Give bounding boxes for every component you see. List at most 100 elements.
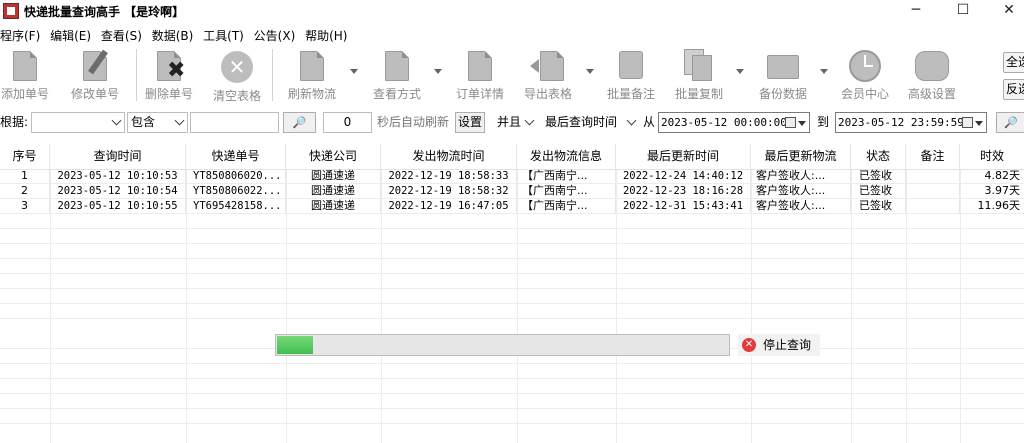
col-header-note[interactable]: 备注 xyxy=(906,144,960,170)
col-header-query-time[interactable]: 查询时间 xyxy=(50,144,186,170)
export-dropdown-arrow[interactable] xyxy=(586,69,594,74)
copy-icon xyxy=(684,49,712,81)
chevron-down-icon xyxy=(626,115,637,126)
grid-line xyxy=(0,183,1024,184)
refresh-dropdown-arrow[interactable] xyxy=(350,69,358,74)
add-number-button[interactable]: 添加单号 xyxy=(0,48,60,104)
export-table-button[interactable]: 导出表格 xyxy=(513,48,583,104)
edit-number-button[interactable]: 修改单号 xyxy=(60,48,130,104)
view-dropdown-arrow[interactable] xyxy=(434,69,442,74)
grid-line xyxy=(517,170,518,443)
stop-icon: ✕ xyxy=(742,338,756,352)
menu-edit[interactable]: 编辑(E) xyxy=(50,24,92,44)
grid-line xyxy=(0,288,1024,289)
clear-x-icon: ✕ xyxy=(221,51,253,83)
col-header-last-update-time[interactable]: 最后更新时间 xyxy=(616,144,751,170)
menu-view[interactable]: 查看(S) xyxy=(101,24,143,44)
maximize-button[interactable]: ☐ xyxy=(940,0,986,22)
search-button[interactable]: 🔎 xyxy=(283,112,316,133)
results-table: 序号 查询时间 快递单号 快递公司 发出物流时间 发出物流信息 最后更新时间 最… xyxy=(0,144,1024,443)
edit-pencil-icon xyxy=(83,49,108,81)
grid-line xyxy=(0,198,1024,199)
from-datetime-picker[interactable]: 2023-05-12 00:00:00 xyxy=(658,112,810,133)
search-icon: 🔎 xyxy=(1004,116,1018,129)
menu-program[interactable]: 程序(F) xyxy=(0,24,41,44)
member-center-button[interactable]: 会员中心 xyxy=(830,48,900,104)
view-mode-button[interactable]: 查看方式 xyxy=(362,48,432,104)
col-header-duration[interactable]: 时效 xyxy=(960,144,1024,170)
backup-data-button[interactable]: 备份数据 xyxy=(748,48,818,104)
chevron-down-icon xyxy=(174,115,185,126)
batch-copy-button[interactable]: 批量复制 xyxy=(664,48,734,104)
grid-line xyxy=(0,213,1024,214)
clear-table-button[interactable]: ✕ 清空表格 xyxy=(202,48,272,104)
grid-line xyxy=(186,170,187,443)
from-label: 从 xyxy=(643,115,656,129)
toolbar: 添加单号 修改单号 ✖ 删除单号 ✕ 清空表格 刷新物流 查看方式 订单详情 导… xyxy=(0,45,1024,107)
grid-line xyxy=(616,170,617,443)
keyword-input[interactable] xyxy=(190,112,279,133)
grid-line xyxy=(0,378,1024,379)
delete-number-button[interactable]: ✖ 删除单号 xyxy=(134,48,204,104)
col-header-ship-time[interactable]: 发出物流时间 xyxy=(381,144,517,170)
col-header-status[interactable]: 状态 xyxy=(851,144,906,170)
grid-line xyxy=(851,170,852,443)
calendar-icon xyxy=(785,117,796,128)
match-mode-select[interactable]: 包含 xyxy=(127,112,188,133)
chevron-down-icon xyxy=(524,115,535,126)
doc-add-icon xyxy=(13,51,37,81)
refresh-logistics-button[interactable]: 刷新物流 xyxy=(277,48,347,104)
col-header-last-update-info[interactable]: 最后更新物流 xyxy=(751,144,851,170)
col-header-courier[interactable]: 快递公司 xyxy=(286,144,381,170)
date-search-button[interactable]: 🔎 xyxy=(996,112,1024,133)
select-all-button[interactable]: 全选 xyxy=(1003,52,1024,73)
table-row[interactable]: 3 2023-05-12 10:10:55 YT695428158... 圆通速… xyxy=(0,199,1024,213)
table-row[interactable]: 1 2023-05-12 10:10:53 YT850806020... 圆通速… xyxy=(0,169,1024,183)
time-field-select[interactable]: 最后查询时间 xyxy=(541,112,640,133)
grid-line xyxy=(50,170,51,443)
close-button[interactable]: ✕ xyxy=(986,0,1024,22)
filter-field-select[interactable] xyxy=(31,112,125,133)
calendar-icon xyxy=(962,117,973,128)
grid-line xyxy=(0,303,1024,304)
invert-selection-button[interactable]: 反选 xyxy=(1003,79,1024,100)
auto-refresh-set-button[interactable]: 设置 xyxy=(455,112,485,133)
filter-label: 根据: xyxy=(0,115,29,129)
grid-line xyxy=(0,408,1024,409)
advanced-settings-button[interactable]: 高级设置 xyxy=(897,48,967,104)
menu-data[interactable]: 数据(B) xyxy=(152,24,195,44)
to-datetime-picker[interactable]: 2023-05-12 23:59:59 xyxy=(835,112,987,133)
grid-line xyxy=(960,170,961,443)
clock-icon xyxy=(849,50,881,82)
app-logo-icon xyxy=(3,3,19,19)
table-row[interactable]: 2 2023-05-12 10:10:54 YT850806022... 圆通速… xyxy=(0,184,1024,198)
window-title: 快递批量查询高手 【是玲啊】 xyxy=(24,5,185,19)
col-header-ship-info[interactable]: 发出物流信息 xyxy=(517,144,616,170)
settings-icon xyxy=(915,51,949,81)
note-icon xyxy=(619,51,643,81)
auto-refresh-seconds-input[interactable]: 0 xyxy=(323,112,372,133)
menu-help[interactable]: 帮助(H) xyxy=(305,24,348,44)
export-icon xyxy=(530,51,564,81)
order-detail-button[interactable]: 订单详情 xyxy=(445,48,515,104)
grid-line xyxy=(0,393,1024,394)
stop-query-button[interactable]: ✕ 停止查询 xyxy=(738,334,820,356)
col-header-index[interactable]: 序号 xyxy=(0,144,50,170)
col-header-tracking-number[interactable]: 快递单号 xyxy=(186,144,286,170)
menu-notice[interactable]: 公告(X) xyxy=(254,24,297,44)
minimize-button[interactable]: ─ xyxy=(893,0,939,22)
batch-note-button[interactable]: 批量备注 xyxy=(596,48,666,104)
grid-line xyxy=(751,170,752,443)
to-label: 到 xyxy=(817,115,830,129)
copy-dropdown-arrow[interactable] xyxy=(736,69,744,74)
title-bar: 快递批量查询高手 【是玲啊】 ─ ☐ ✕ xyxy=(0,0,1024,22)
dropdown-arrow-icon xyxy=(975,121,983,126)
dropdown-arrow-icon xyxy=(798,121,806,126)
grid-line xyxy=(286,170,287,443)
logic-select[interactable]: 并且 xyxy=(493,112,538,133)
grid-line xyxy=(0,273,1024,274)
backup-dropdown-arrow[interactable] xyxy=(820,69,828,74)
menu-tools[interactable]: 工具(T) xyxy=(203,24,245,44)
query-progress-bar xyxy=(275,334,730,356)
grid-line xyxy=(0,243,1024,244)
